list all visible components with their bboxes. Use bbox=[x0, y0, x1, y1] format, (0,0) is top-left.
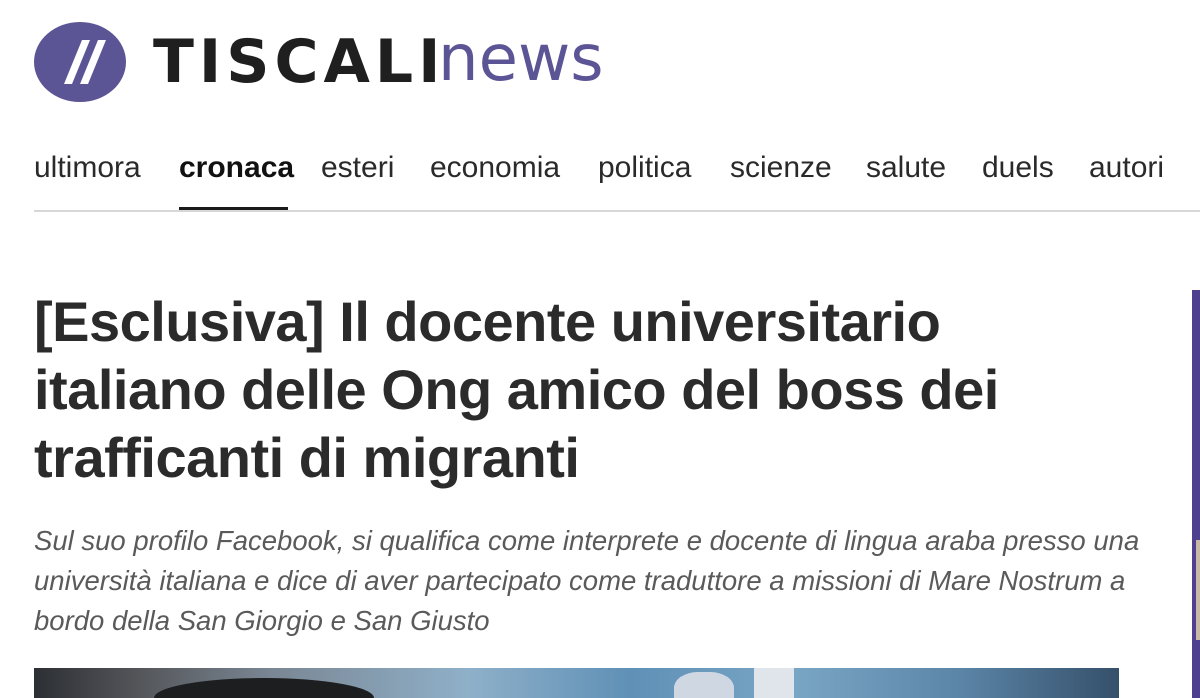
main-nav: ultimora cronaca esteri economia politic… bbox=[34, 146, 1200, 212]
hero-image-figure bbox=[754, 668, 794, 698]
brand-section: news bbox=[438, 22, 604, 96]
nav-item-salute[interactable]: salute bbox=[866, 146, 946, 190]
double-slash-logo-icon bbox=[34, 22, 126, 102]
nav-item-politica[interactable]: politica bbox=[598, 146, 691, 190]
article-headline: [Esclusiva] Il docente universitario ita… bbox=[34, 290, 999, 489]
article-subtitle: Sul suo profilo Facebook, si qualifica c… bbox=[34, 525, 1140, 636]
sidebar-edge-image bbox=[1196, 540, 1200, 640]
article-hero-image[interactable] bbox=[34, 668, 1119, 698]
nav-divider bbox=[34, 210, 1200, 212]
nav-item-economia[interactable]: economia bbox=[430, 146, 560, 190]
nav-item-esteri[interactable]: esteri bbox=[321, 146, 394, 190]
nav-item-cronaca[interactable]: cronaca bbox=[179, 146, 294, 190]
hero-image-figure bbox=[154, 678, 374, 698]
hero-image-figure bbox=[674, 672, 734, 698]
brand-name: TISCALI bbox=[153, 27, 446, 97]
nav-item-ultimora[interactable]: ultimora bbox=[34, 146, 141, 190]
site-logo[interactable]: TISCALI news bbox=[34, 22, 604, 102]
nav-item-duels[interactable]: duels bbox=[982, 146, 1054, 190]
nav-item-autori[interactable]: autori bbox=[1089, 146, 1164, 190]
nav-item-scienze[interactable]: scienze bbox=[730, 146, 832, 190]
